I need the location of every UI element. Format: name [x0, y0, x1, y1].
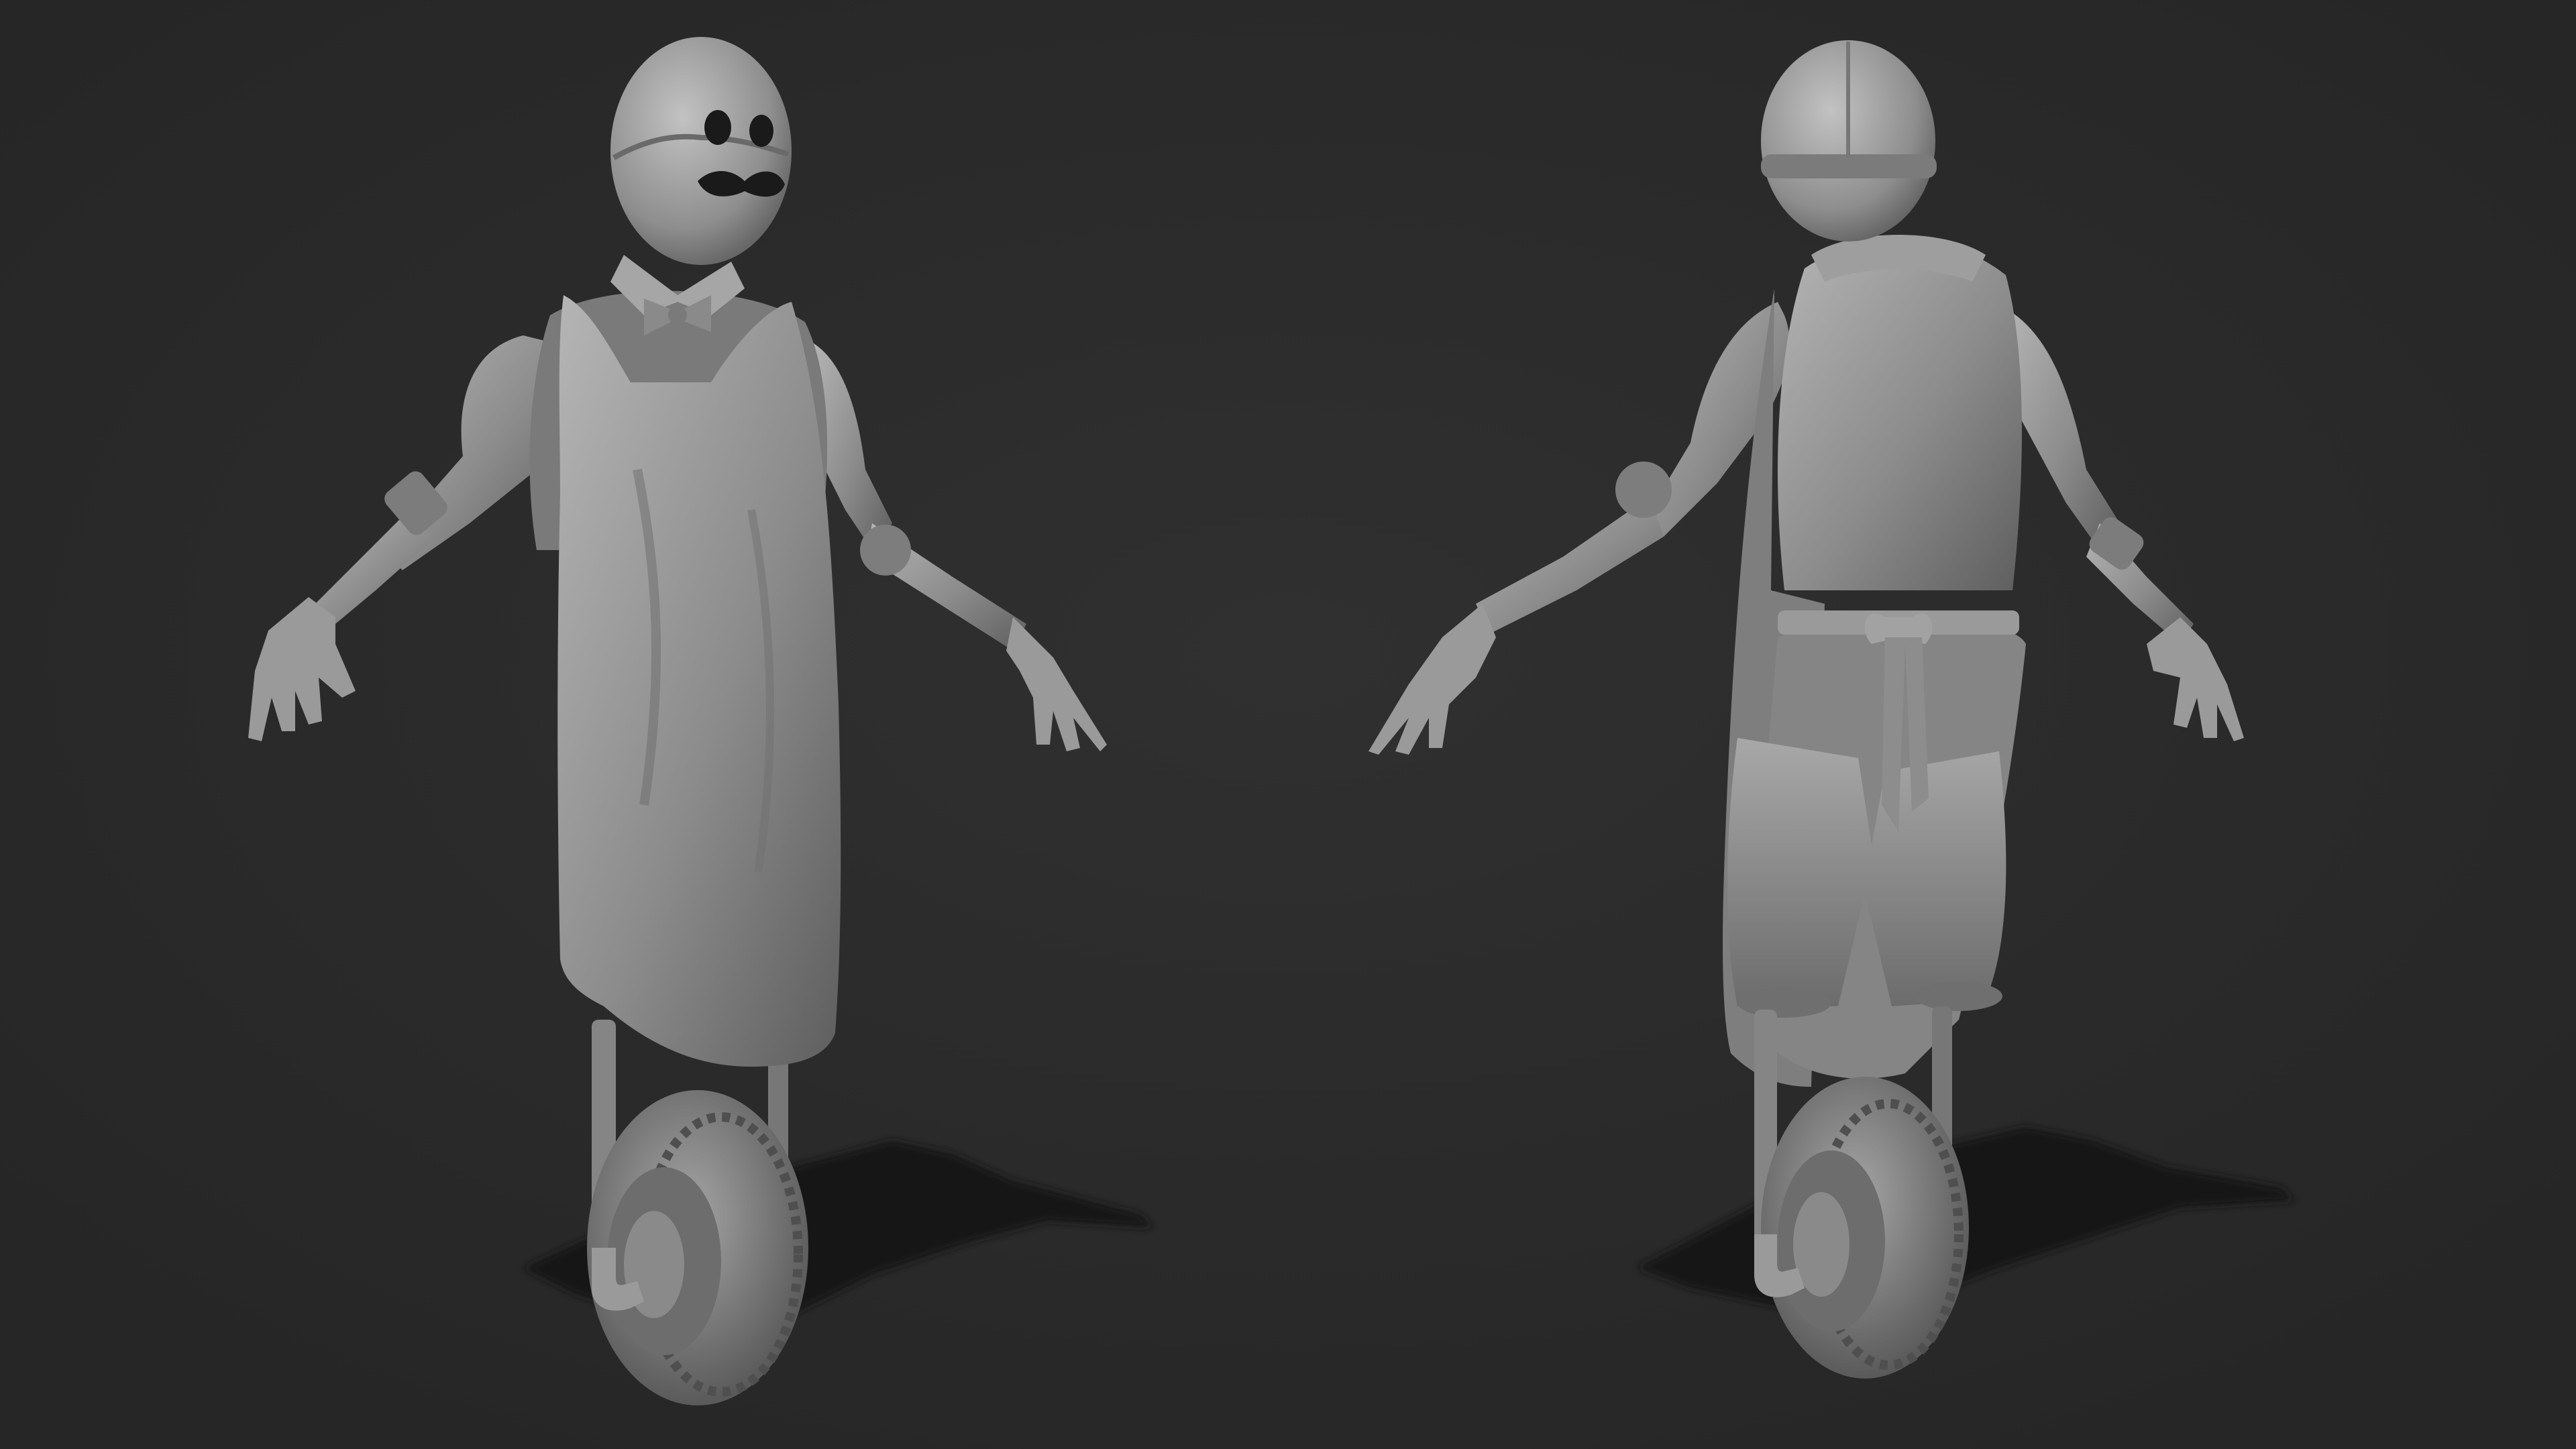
front-left-eye: [704, 110, 731, 145]
front-bow-tie-knot: [668, 306, 687, 325]
front-head: [610, 37, 792, 265]
render-viewport: [0, 0, 2576, 1449]
background: [0, 0, 2576, 1449]
back-helmet-band: [1761, 154, 1937, 178]
back-left-knee-cap: [1737, 988, 1831, 1018]
front-apron: [557, 295, 841, 1067]
sculpt-render: [0, 0, 2576, 1449]
front-right-eye: [749, 115, 773, 147]
back-left-elbow-joint: [1615, 462, 1672, 518]
front-right-elbow-joint: [860, 525, 911, 576]
back-torso: [1778, 239, 2022, 590]
back-right-knee-cap: [1915, 981, 2002, 1011]
